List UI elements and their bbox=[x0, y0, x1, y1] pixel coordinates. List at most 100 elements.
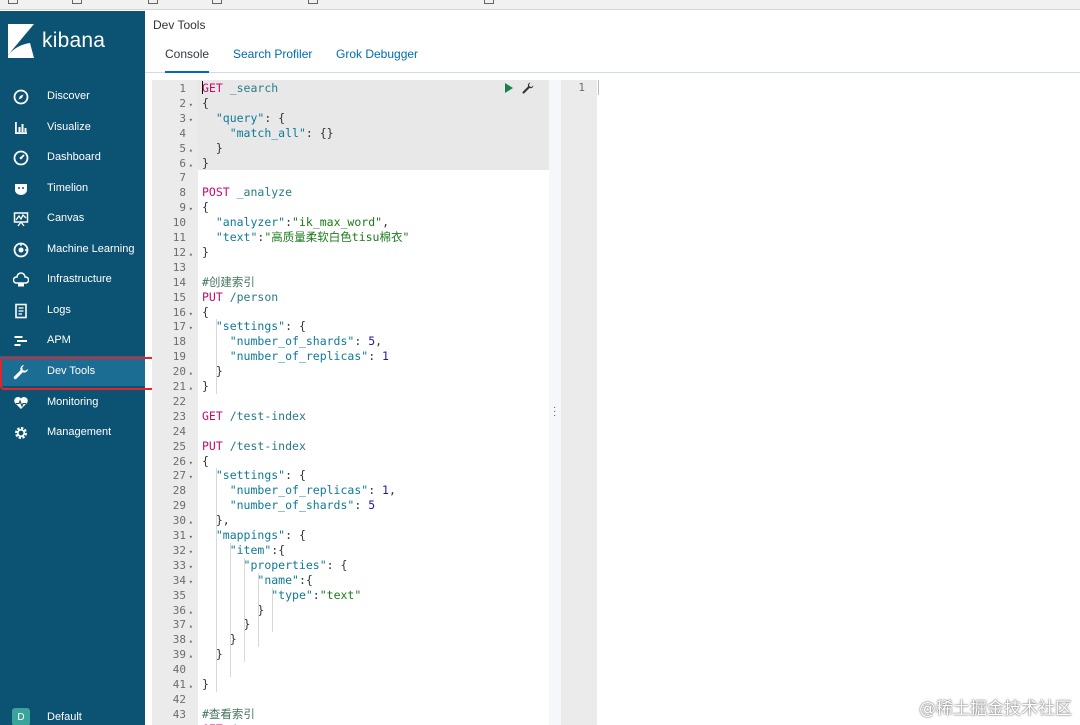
code-token: "match_all" bbox=[229, 125, 306, 140]
code-line[interactable]: } bbox=[202, 245, 209, 260]
bookmark-item[interactable] bbox=[212, 0, 229, 6]
request-editor[interactable]: 1 2 ▾ 3 ▾ 4 5 ▴ 6 ▴ 7 8 9 ▾ 10 11 12 ▴ 13 14 15 16 ▾ 17 ▾ 18 19 20 ▴… bbox=[152, 80, 549, 725]
code-line[interactable]: { bbox=[202, 305, 209, 320]
code-token: 1 bbox=[382, 483, 389, 498]
response-output[interactable]: 1 bbox=[561, 80, 1080, 725]
sidebar-item-management[interactable]: Management bbox=[0, 417, 145, 447]
drag-handle-icon[interactable]: · · · bbox=[553, 403, 556, 421]
code-line[interactable]: "number_of_replicas": 1, bbox=[202, 483, 396, 498]
code-token: } bbox=[202, 602, 265, 617]
code-line[interactable]: { bbox=[202, 96, 209, 111]
code-line[interactable]: #查看索引 bbox=[202, 707, 255, 722]
heartbeat-icon bbox=[12, 394, 29, 411]
sidebar-item-label: Visualize bbox=[47, 121, 91, 133]
code-line[interactable]: } bbox=[202, 603, 264, 618]
code-line[interactable]: #创建索引 bbox=[202, 275, 255, 290]
code-token: : { bbox=[264, 110, 286, 125]
line-number-text: 2 bbox=[179, 96, 186, 110]
code-line[interactable]: } bbox=[202, 141, 223, 156]
code-line[interactable]: "properties": { bbox=[202, 557, 348, 573]
code-token: PUT bbox=[202, 289, 223, 304]
kibana-logo-icon bbox=[8, 24, 34, 58]
code-line[interactable]: "mappings": { bbox=[202, 528, 306, 543]
tab-bar: Console Search Profiler Grok Debugger bbox=[145, 40, 1080, 73]
bookmark-item[interactable] bbox=[8, 0, 25, 6]
code-line[interactable]: "analyzer":"ik_max_word", bbox=[202, 215, 389, 230]
bookmark-item[interactable] bbox=[148, 0, 165, 6]
code-token: : { bbox=[285, 319, 306, 334]
sidebar-item-logs[interactable]: Logs bbox=[0, 295, 145, 325]
space-name[interactable]: Default bbox=[47, 711, 82, 723]
line-number: 29 bbox=[152, 498, 193, 513]
code-line[interactable]: "number_of_shards": 5 bbox=[202, 498, 375, 513]
line-number-text: 32 bbox=[172, 543, 186, 557]
code-line[interactable]: "number_of_shards": 5, bbox=[202, 334, 382, 349]
code-line[interactable]: "number_of_replicas": 1 bbox=[202, 349, 389, 364]
sidebar-item-apm[interactable]: APM bbox=[0, 325, 145, 355]
infrastructure-icon bbox=[12, 271, 29, 288]
code-token: } bbox=[202, 140, 223, 155]
sidebar-item-dashboard[interactable]: Dashboard bbox=[0, 142, 145, 172]
line-number-text: 9 bbox=[179, 201, 186, 215]
code-line[interactable]: } bbox=[202, 647, 223, 662]
code-token: "高质量柔软白色tisu棉衣" bbox=[264, 230, 410, 244]
code-line[interactable]: } bbox=[202, 364, 223, 379]
bookmark-item[interactable] bbox=[72, 0, 89, 6]
wrench-icon[interactable] bbox=[522, 82, 534, 94]
code-line[interactable]: } bbox=[202, 677, 209, 692]
sidebar-item-canvas[interactable]: Canvas bbox=[0, 203, 145, 233]
code-line[interactable]: "settings": { bbox=[202, 319, 306, 334]
tab-search-profiler[interactable]: Search Profiler bbox=[233, 47, 312, 71]
line-number: 9 ▾ bbox=[152, 200, 193, 215]
code-token: : { bbox=[285, 468, 306, 483]
code-token: "mappings" bbox=[215, 528, 286, 542]
code-token: "name" bbox=[257, 572, 299, 587]
code-line[interactable]: "text":"高质量柔软白色tisu棉衣" bbox=[202, 230, 410, 245]
sidebar-item-monitoring[interactable]: Monitoring bbox=[0, 387, 145, 417]
bookmark-item[interactable] bbox=[484, 0, 501, 6]
tab-console[interactable]: Console bbox=[165, 47, 210, 73]
sidebar-item-timelion[interactable]: Timelion bbox=[0, 173, 145, 203]
code-line[interactable]: } bbox=[202, 379, 209, 394]
sidebar-item-discover[interactable]: Discover bbox=[0, 81, 145, 111]
sidebar-item-visualize[interactable]: Visualize bbox=[0, 112, 145, 142]
code-line[interactable]: { bbox=[202, 200, 209, 215]
line-number-text: 24 bbox=[172, 424, 186, 438]
tab-grok-debugger[interactable]: Grok Debugger bbox=[336, 47, 418, 71]
code-line[interactable]: GET _search bbox=[202, 81, 278, 96]
code-token: #创建索引 bbox=[202, 274, 255, 289]
logs-icon bbox=[12, 302, 29, 319]
indent-guide bbox=[216, 319, 217, 394]
code-line[interactable]: "query": { bbox=[202, 111, 285, 126]
bar-chart-icon bbox=[12, 119, 29, 136]
line-number-text: 17 bbox=[172, 320, 186, 334]
code-line[interactable]: "type":"text" bbox=[202, 588, 361, 603]
code-line[interactable]: "match_all": {} bbox=[202, 126, 334, 141]
apm-icon bbox=[12, 332, 29, 349]
code-line[interactable]: PUT /person bbox=[202, 290, 278, 305]
indent-guide bbox=[258, 572, 259, 648]
code-line[interactable]: { bbox=[202, 454, 209, 469]
sidebar-item-machine-learning[interactable]: Machine Learning bbox=[0, 234, 145, 264]
code-line[interactable]: "item":{ bbox=[202, 543, 285, 558]
code-token: "properties" bbox=[243, 557, 327, 572]
line-number: 27 ▾ bbox=[152, 468, 193, 483]
code-line[interactable]: "settings": { bbox=[202, 468, 306, 483]
code-line[interactable]: } bbox=[202, 156, 209, 171]
line-number-text: 43 bbox=[172, 707, 186, 721]
code-token: "settings" bbox=[215, 319, 286, 334]
code-line[interactable]: POST _analyze bbox=[202, 185, 292, 200]
play-icon[interactable] bbox=[504, 82, 514, 94]
space-avatar[interactable]: D bbox=[12, 708, 30, 725]
code-line[interactable]: PUT /test-index bbox=[202, 439, 306, 454]
kibana-logo[interactable]: kibana bbox=[8, 24, 105, 58]
line-number: 32 ▾ bbox=[152, 543, 193, 558]
sidebar-item-infrastructure[interactable]: Infrastructure bbox=[0, 264, 145, 294]
code-line[interactable]: GET /test-index bbox=[202, 409, 306, 424]
bookmark-item[interactable] bbox=[308, 0, 325, 6]
code-line[interactable]: } bbox=[202, 632, 237, 647]
